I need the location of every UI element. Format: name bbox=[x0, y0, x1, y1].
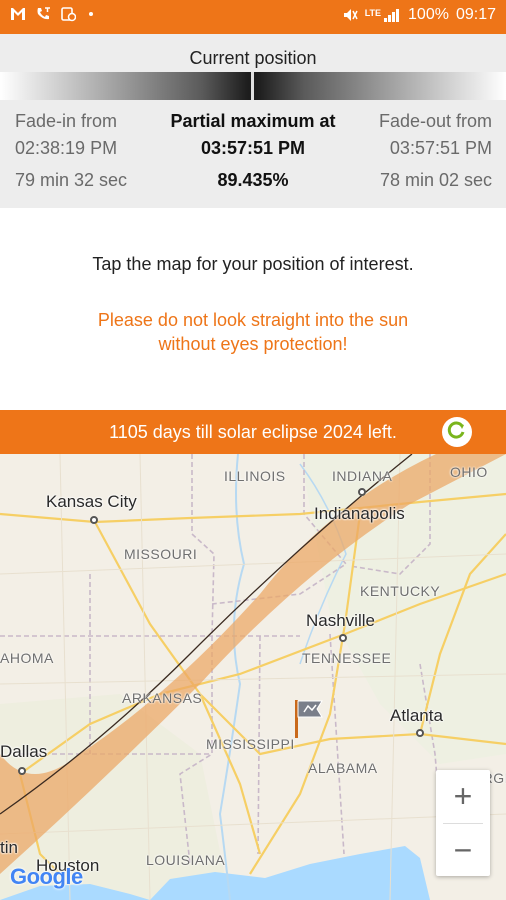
fade-out-block: Fade-out from 03:57:51 PM bbox=[379, 108, 492, 162]
fade-out-label: Fade-out from bbox=[378, 111, 492, 131]
state-label-arkansas: ARKANSAS bbox=[122, 690, 203, 706]
warning-line-2: without eyes protection! bbox=[158, 334, 348, 354]
countdown-text: 1105 days till solar eclipse 2024 left. bbox=[109, 422, 397, 442]
city-dot-dallas bbox=[18, 767, 26, 775]
lte-label: LTE bbox=[364, 8, 382, 18]
eye-protection-warning: Please do not look straight into the sun… bbox=[0, 308, 506, 356]
state-label-alabama: ALABAMA bbox=[308, 760, 378, 776]
tap-map-instruction: Tap the map for your position of interes… bbox=[92, 254, 414, 274]
city-label-kansas-city: Kansas City bbox=[46, 492, 137, 511]
refresh-button[interactable] bbox=[442, 417, 472, 447]
state-label-oklahoma: AHOMA bbox=[0, 650, 54, 666]
notification-dot-icon bbox=[89, 12, 93, 16]
state-label-missouri: MISSOURI bbox=[124, 546, 198, 562]
countdown-bar: 1105 days till solar eclipse 2024 left. bbox=[0, 410, 506, 454]
zoom-in-button[interactable]: + bbox=[436, 770, 490, 823]
state-label-tennessee: TENNESSEE bbox=[302, 650, 392, 666]
google-logo-text: Google bbox=[10, 864, 83, 889]
city-label-atlanta: Atlanta bbox=[390, 706, 443, 725]
fade-out-time: 03:57:51 PM bbox=[389, 138, 492, 158]
google-logo[interactable]: Google bbox=[10, 864, 83, 890]
city-dot-nashville bbox=[339, 634, 347, 642]
screenshot-icon bbox=[60, 6, 76, 22]
city-label-indianapolis: Indianapolis bbox=[314, 504, 405, 523]
eclipse-map[interactable]: ILLINOIS INDIANA OHIO MISSOURI KENTUCKY … bbox=[0, 454, 506, 900]
state-label-illinois: ILLINOIS bbox=[224, 468, 286, 484]
warning-line-1: Please do not look straight into the sun bbox=[97, 310, 409, 330]
state-label-louisiana: LOUISIANA bbox=[146, 852, 226, 868]
status-bar: LTE 100% 09:17 bbox=[0, 0, 506, 34]
refresh-icon bbox=[447, 420, 467, 445]
zoom-controls: + − bbox=[436, 770, 490, 876]
zoom-out-button[interactable]: − bbox=[436, 824, 490, 877]
current-position-marker bbox=[251, 72, 254, 100]
state-label-ohio: OHIO bbox=[450, 464, 488, 480]
state-label-kentucky: KENTUCKY bbox=[360, 583, 441, 599]
city-label-dallas: Dallas bbox=[0, 742, 48, 761]
city-label-nashville: Nashville bbox=[306, 611, 375, 630]
eclipse-info-panel: Current position Fade-in from 02:38:19 P… bbox=[0, 34, 506, 208]
city-dot-indianapolis bbox=[358, 488, 366, 496]
mute-icon bbox=[342, 7, 358, 23]
city-label-austin: tin bbox=[0, 838, 18, 857]
state-label-mississippi: MISSISSIPPI bbox=[206, 736, 295, 752]
status-bar-notifications bbox=[10, 6, 93, 22]
fade-out-duration: 78 min 02 sec bbox=[379, 170, 492, 190]
current-position-title: Current position bbox=[189, 48, 317, 68]
city-dot-kansas-city bbox=[90, 516, 98, 524]
missed-call-icon bbox=[35, 6, 51, 22]
battery-level: 100% bbox=[408, 6, 449, 23]
lte-signal-icon: LTE bbox=[365, 8, 401, 22]
status-bar-system: LTE 100% 09:17 bbox=[342, 6, 496, 24]
city-dot-atlanta bbox=[416, 729, 424, 737]
gmail-icon bbox=[10, 6, 26, 22]
map-canvas bbox=[0, 454, 506, 900]
state-label-indiana: INDIANA bbox=[332, 468, 393, 484]
clock: 09:17 bbox=[455, 6, 496, 23]
